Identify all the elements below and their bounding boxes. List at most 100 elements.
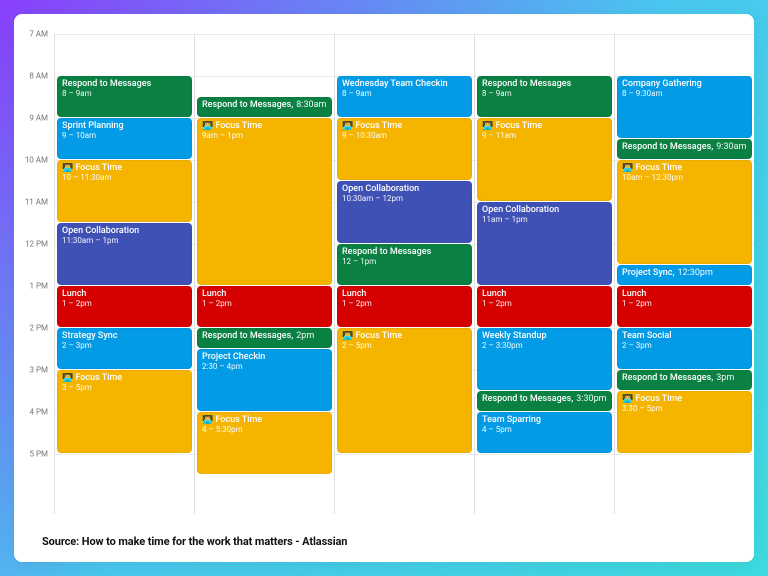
calendar-event[interactable]: Respond to Messages,3pm bbox=[617, 370, 752, 390]
hour-line bbox=[195, 76, 334, 77]
event-title: 👨‍💻 Focus Time bbox=[342, 331, 467, 341]
calendar-event[interactable]: Respond to Messages,2pm bbox=[197, 328, 332, 348]
event-title: 👨‍💻 Focus Time bbox=[342, 121, 467, 131]
event-time: 2 – 3pm bbox=[622, 341, 747, 350]
event-title: Respond to Messages, bbox=[622, 373, 713, 383]
calendar-event[interactable]: Weekly Standup2 – 3:30pm bbox=[477, 328, 612, 390]
calendar-card: 7 AM8 AM9 AM10 AM11 AM12 PM1 PM2 PM3 PM4… bbox=[14, 14, 754, 562]
event-title: Weekly Standup bbox=[482, 331, 607, 341]
time-axis: 7 AM8 AM9 AM10 AM11 AM12 PM1 PM2 PM3 PM4… bbox=[14, 34, 54, 514]
event-title: Team Social bbox=[622, 331, 747, 341]
time-label: 10 AM bbox=[25, 156, 48, 165]
calendar-grid: 7 AM8 AM9 AM10 AM11 AM12 PM1 PM2 PM3 PM4… bbox=[14, 34, 754, 514]
event-title: Open Collaboration bbox=[62, 226, 187, 236]
event-time: 11am – 1pm bbox=[482, 215, 607, 224]
calendar-event[interactable]: Respond to Messages8 – 9am bbox=[477, 76, 612, 117]
event-title: 👨‍💻 Focus Time bbox=[62, 163, 187, 173]
event-time: 1 – 2pm bbox=[622, 299, 747, 308]
calendar-event[interactable]: Project Sync,12:30pm bbox=[617, 265, 752, 285]
calendar-event[interactable]: Strategy Sync2 – 3pm bbox=[57, 328, 192, 369]
calendar-event[interactable]: 👨‍💻 Focus Time4 – 5:30pm bbox=[197, 412, 332, 474]
calendar-event[interactable]: Project Checkin2:30 – 4pm bbox=[197, 349, 332, 411]
event-time: 2:30 – 4pm bbox=[202, 362, 327, 371]
event-time: 10:30am – 12pm bbox=[342, 194, 467, 203]
event-time: 2pm bbox=[296, 331, 314, 341]
event-time: 3pm bbox=[716, 373, 734, 383]
calendar-event[interactable]: Team Social2 – 3pm bbox=[617, 328, 752, 369]
calendar-event[interactable]: Team Sparring4 – 5pm bbox=[477, 412, 612, 453]
calendar-event[interactable]: Respond to Messages8 – 9am bbox=[57, 76, 192, 117]
calendar-event[interactable]: Lunch1 – 2pm bbox=[617, 286, 752, 327]
event-title: Respond to Messages, bbox=[482, 394, 573, 404]
event-time: 9:30am bbox=[716, 142, 746, 152]
event-time: 1 – 2pm bbox=[482, 299, 607, 308]
calendar-event[interactable]: Respond to Messages12 – 1pm bbox=[337, 244, 472, 285]
calendar-event[interactable]: Sprint Planning9 – 10am bbox=[57, 118, 192, 159]
event-title: 👨‍💻 Focus Time bbox=[622, 394, 747, 404]
calendar-event[interactable]: 👨‍💻 Focus Time10am – 12:30pm bbox=[617, 160, 752, 264]
calendar-event[interactable]: Respond to Messages,9:30am bbox=[617, 139, 752, 159]
calendar-event[interactable]: Wednesday Team Checkin8 – 9am bbox=[337, 76, 472, 117]
calendar-event[interactable]: 👨‍💻 Focus Time10 – 11:30am bbox=[57, 160, 192, 222]
calendar-event[interactable]: Open Collaboration11am – 1pm bbox=[477, 202, 612, 285]
event-time: 8 – 9am bbox=[62, 89, 187, 98]
event-title: Project Sync, bbox=[622, 268, 675, 278]
event-time: 9 – 11am bbox=[482, 131, 607, 140]
calendar-event[interactable]: Respond to Messages,8:30am bbox=[197, 97, 332, 117]
calendar-event[interactable]: Lunch1 – 2pm bbox=[337, 286, 472, 327]
gradient-frame: 7 AM8 AM9 AM10 AM11 AM12 PM1 PM2 PM3 PM4… bbox=[0, 0, 768, 576]
event-time: 11:30am – 1pm bbox=[62, 236, 187, 245]
event-time: 1 – 2pm bbox=[202, 299, 327, 308]
calendar-event[interactable]: 👨‍💻 Focus Time9 – 11am bbox=[477, 118, 612, 201]
calendar-event[interactable]: Company Gathering8 – 9:30am bbox=[617, 76, 752, 138]
time-label: 5 PM bbox=[29, 450, 48, 459]
event-time: 10 – 11:30am bbox=[62, 173, 187, 182]
event-time: 8 – 9:30am bbox=[622, 89, 747, 98]
calendar-event[interactable]: 👨‍💻 Focus Time9am – 1pm bbox=[197, 118, 332, 285]
time-label: 12 PM bbox=[25, 240, 48, 249]
event-title: 👨‍💻 Focus Time bbox=[202, 121, 327, 131]
event-title: 👨‍💻 Focus Time bbox=[622, 163, 747, 173]
event-time: 10am – 12:30pm bbox=[622, 173, 747, 182]
day-columns: Respond to Messages8 – 9amSprint Plannin… bbox=[54, 34, 754, 514]
time-label: 7 AM bbox=[29, 30, 48, 39]
calendar-event[interactable]: Respond to Messages,3:30pm bbox=[477, 391, 612, 411]
event-title: Open Collaboration bbox=[342, 184, 467, 194]
calendar-event[interactable]: Lunch1 – 2pm bbox=[477, 286, 612, 327]
day-column-fri: Company Gathering8 – 9:30amRespond to Me… bbox=[614, 34, 754, 514]
event-title: Respond to Messages, bbox=[202, 331, 293, 341]
day-column-wed: Wednesday Team Checkin8 – 9am👨‍💻 Focus T… bbox=[334, 34, 474, 514]
time-label: 4 PM bbox=[29, 408, 48, 417]
event-title: Open Collaboration bbox=[482, 205, 607, 215]
calendar-event[interactable]: Open Collaboration10:30am – 12pm bbox=[337, 181, 472, 243]
event-title: Company Gathering bbox=[622, 79, 747, 89]
event-title: Lunch bbox=[202, 289, 327, 299]
calendar-event[interactable]: Lunch1 – 2pm bbox=[197, 286, 332, 327]
calendar-event[interactable]: 👨‍💻 Focus Time3:30 – 5pm bbox=[617, 391, 752, 453]
event-time: 8:30am bbox=[296, 100, 326, 110]
event-title: 👨‍💻 Focus Time bbox=[202, 415, 327, 425]
event-time: 12 – 1pm bbox=[342, 257, 467, 266]
event-time: 2 – 3pm bbox=[62, 341, 187, 350]
event-time: 2 – 3:30pm bbox=[482, 341, 607, 350]
event-title: Lunch bbox=[622, 289, 747, 299]
time-label: 2 PM bbox=[29, 324, 48, 333]
event-title: 👨‍💻 Focus Time bbox=[482, 121, 607, 131]
time-label: 11 AM bbox=[25, 198, 48, 207]
event-title: Respond to Messages, bbox=[202, 100, 293, 110]
day-column-mon: Respond to Messages8 – 9amSprint Plannin… bbox=[54, 34, 194, 514]
hour-line bbox=[615, 34, 754, 35]
hour-line bbox=[55, 454, 194, 455]
calendar-event[interactable]: 👨‍💻 Focus Time3 – 5pm bbox=[57, 370, 192, 453]
day-column-tue: Respond to Messages,8:30am👨‍💻 Focus Time… bbox=[194, 34, 334, 514]
event-title: Wednesday Team Checkin bbox=[342, 79, 467, 89]
hour-line bbox=[335, 34, 474, 35]
event-title: Respond to Messages, bbox=[622, 142, 713, 152]
calendar-event[interactable]: 👨‍💻 Focus Time2 – 5pm bbox=[337, 328, 472, 453]
event-title: Respond to Messages bbox=[482, 79, 607, 89]
event-time: 8 – 9am bbox=[482, 89, 607, 98]
calendar-event[interactable]: Lunch1 – 2pm bbox=[57, 286, 192, 327]
calendar-event[interactable]: 👨‍💻 Focus Time9 – 10:30am bbox=[337, 118, 472, 180]
calendar-event[interactable]: Open Collaboration11:30am – 1pm bbox=[57, 223, 192, 285]
event-title: Team Sparring bbox=[482, 415, 607, 425]
